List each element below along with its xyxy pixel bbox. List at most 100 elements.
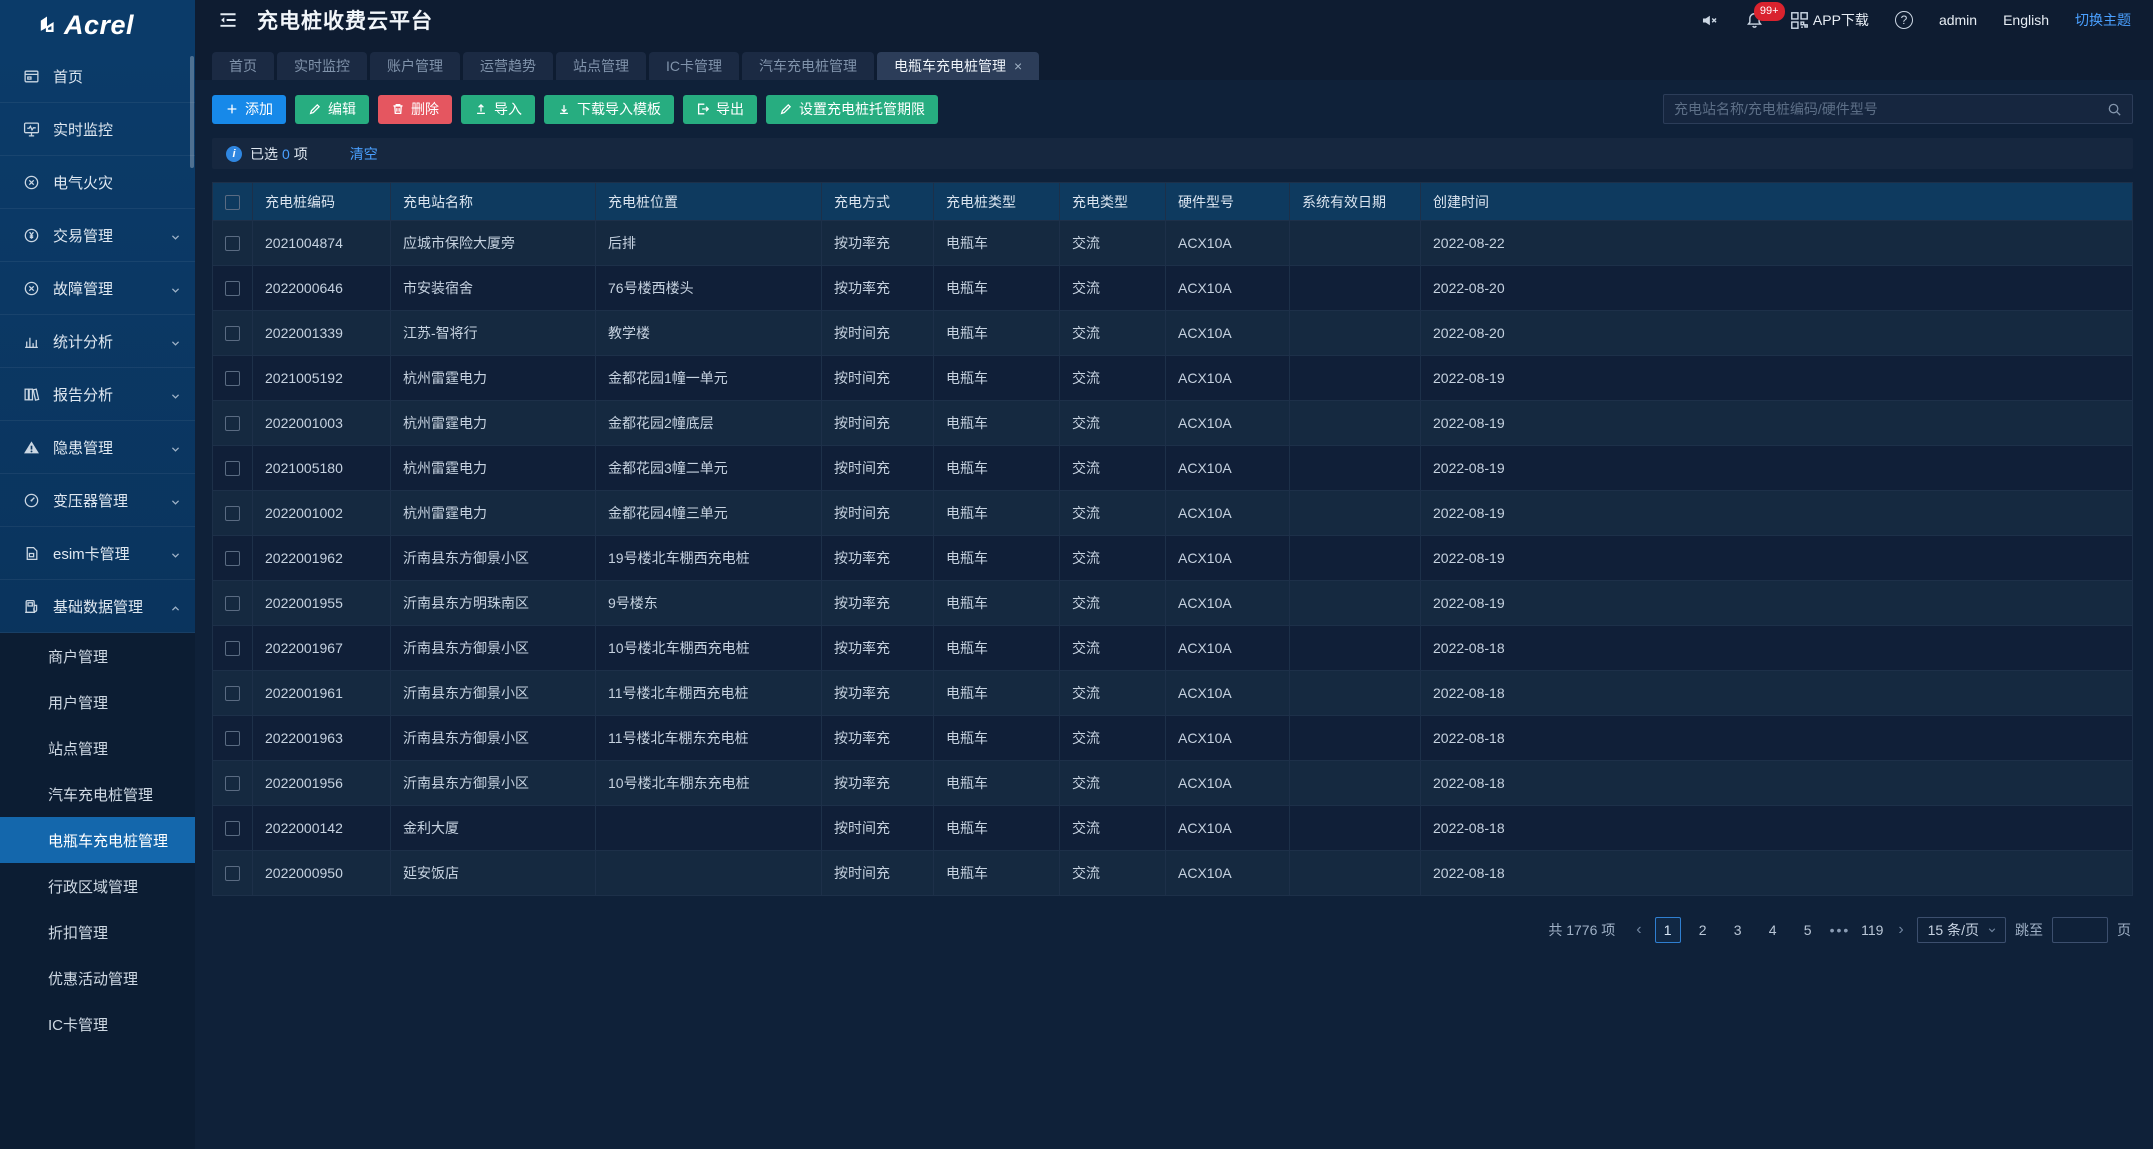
app-download-button[interactable]: APP下载 <box>1790 10 1869 30</box>
notifications[interactable]: 99+ <box>1745 11 1764 30</box>
sidebar-item-report[interactable]: 报告分析 <box>0 368 195 421</box>
sidebar-subitem[interactable]: 行政区域管理 <box>0 863 195 909</box>
column-header[interactable]: 充电方式 <box>822 183 934 221</box>
row-checkbox[interactable] <box>225 821 240 836</box>
theme-switch-link[interactable]: 切换主题 <box>2075 10 2131 30</box>
tab-item[interactable]: 站点管理 <box>556 52 646 80</box>
sidebar-subitem-active[interactable]: 电瓶车充电桩管理 <box>0 817 195 863</box>
language-switch[interactable]: English <box>2003 12 2049 28</box>
menu-fold-icon[interactable] <box>217 9 239 31</box>
row-checkbox-cell <box>213 581 253 626</box>
row-checkbox[interactable] <box>225 236 240 251</box>
sidebar-subitem[interactable]: 用户管理 <box>0 679 195 725</box>
table-cell <box>1290 221 1421 266</box>
prev-page-icon[interactable]: ‹ <box>1632 921 1645 939</box>
tab-item[interactable]: 汽车充电桩管理 <box>742 52 874 80</box>
username[interactable]: admin <box>1939 12 1977 28</box>
row-checkbox[interactable] <box>225 686 240 701</box>
table-cell: 11号楼北车棚东充电桩 <box>596 716 822 761</box>
table-cell: 沂南县东方御景小区 <box>391 536 596 581</box>
page-number[interactable]: 4 <box>1760 917 1786 943</box>
help-icon[interactable]: ? <box>1895 11 1913 29</box>
row-checkbox[interactable] <box>225 281 240 296</box>
import-button[interactable]: 导入 <box>461 95 535 124</box>
row-checkbox[interactable] <box>225 641 240 656</box>
column-header[interactable]: 硬件型号 <box>1166 183 1290 221</box>
sidebar-item-sim[interactable]: esim卡管理 <box>0 527 195 580</box>
sidebar-item-yen[interactable]: 交易管理 <box>0 209 195 262</box>
tab-active[interactable]: 电瓶车充电桩管理× <box>877 52 1039 80</box>
column-header[interactable]: 创建时间 <box>1421 183 2133 221</box>
row-checkbox[interactable] <box>225 416 240 431</box>
tab-item[interactable]: 运营趋势 <box>463 52 553 80</box>
select-all-checkbox[interactable] <box>225 195 240 210</box>
sidebar-subitem[interactable]: 优惠活动管理 <box>0 955 195 1001</box>
row-checkbox[interactable] <box>225 596 240 611</box>
row-checkbox-cell <box>213 311 253 356</box>
row-checkbox[interactable] <box>225 371 240 386</box>
row-checkbox[interactable] <box>225 866 240 881</box>
button-label: 导入 <box>494 99 522 119</box>
sidebar-subitem[interactable]: 汽车充电桩管理 <box>0 771 195 817</box>
sidebar-scrollbar[interactable] <box>190 56 194 168</box>
speaker-muted-icon[interactable] <box>1700 11 1719 30</box>
jump-page-input[interactable] <box>2052 917 2108 943</box>
column-header[interactable]: 充电桩编码 <box>253 183 391 221</box>
table-cell: 电瓶车 <box>934 446 1060 491</box>
page-number[interactable]: 3 <box>1725 917 1751 943</box>
export-button[interactable]: 导出 <box>683 95 757 124</box>
column-header[interactable]: 系统有效日期 <box>1290 183 1421 221</box>
next-page-icon[interactable]: › <box>1894 921 1907 939</box>
sidebar-item-wrench[interactable]: 故障管理 <box>0 262 195 315</box>
tab-close-icon[interactable]: × <box>1014 59 1022 73</box>
tab-item[interactable]: IC卡管理 <box>649 52 739 80</box>
sidebar-item-home[interactable]: 首页 <box>0 50 195 103</box>
tab-item[interactable]: 账户管理 <box>370 52 460 80</box>
search-icon[interactable] <box>2107 102 2122 117</box>
table-row: 2021005180杭州雷霆电力金都花园3幢二单元按时间充电瓶车交流ACX10A… <box>213 446 2133 491</box>
sidebar-subitem[interactable]: 站点管理 <box>0 725 195 771</box>
sidebar-subitem[interactable]: 折扣管理 <box>0 909 195 955</box>
table-cell: 电瓶车 <box>934 626 1060 671</box>
table-cell: 金利大厦 <box>391 806 596 851</box>
tab-item[interactable]: 首页 <box>212 52 274 80</box>
sidebar-item-fire[interactable]: 电气火灾 <box>0 156 195 209</box>
pencil-button[interactable]: 编辑 <box>295 95 369 124</box>
sidebar-item-pile[interactable]: 基础数据管理 <box>0 580 195 633</box>
column-header[interactable]: 充电站名称 <box>391 183 596 221</box>
sidebar-subitem[interactable]: 商户管理 <box>0 633 195 679</box>
column-header[interactable]: 充电类型 <box>1060 183 1166 221</box>
search-input[interactable] <box>1674 101 2107 117</box>
page-size-select[interactable]: 15 条/页 <box>1917 917 2006 943</box>
trash-button[interactable]: 删除 <box>378 95 452 124</box>
sidebar-subitem[interactable]: IC卡管理 <box>0 1001 195 1047</box>
page-number[interactable]: 2 <box>1690 917 1716 943</box>
pencil-button[interactable]: 设置充电桩托管期限 <box>766 95 938 124</box>
sidebar-item-gauge[interactable]: 变压器管理 <box>0 474 195 527</box>
row-checkbox[interactable] <box>225 551 240 566</box>
page-number[interactable]: 5 <box>1795 917 1821 943</box>
page-number-active[interactable]: 1 <box>1655 917 1681 943</box>
row-checkbox[interactable] <box>225 731 240 746</box>
row-checkbox[interactable] <box>225 776 240 791</box>
pagination-ellipsis[interactable]: ••• <box>1830 922 1851 938</box>
row-checkbox[interactable] <box>225 506 240 521</box>
tab-item[interactable]: 实时监控 <box>277 52 367 80</box>
row-checkbox[interactable] <box>225 326 240 341</box>
page-number[interactable]: 119 <box>1859 917 1885 943</box>
sidebar-item-stats[interactable]: 统计分析 <box>0 315 195 368</box>
table-cell: 2022-08-19 <box>1421 446 2133 491</box>
download-button[interactable]: 下载导入模板 <box>544 95 674 124</box>
sidebar-item-hazard[interactable]: 隐患管理 <box>0 421 195 474</box>
plus-button[interactable]: 添加 <box>212 95 286 124</box>
column-header[interactable]: 充电桩类型 <box>934 183 1060 221</box>
row-checkbox-cell <box>213 401 253 446</box>
search-box <box>1663 94 2133 124</box>
clear-selection-link[interactable]: 清空 <box>350 144 378 164</box>
row-checkbox-cell <box>213 491 253 536</box>
row-checkbox[interactable] <box>225 461 240 476</box>
chevron-down-icon <box>170 336 181 347</box>
sidebar-item-monitor[interactable]: 实时监控 <box>0 103 195 156</box>
column-header[interactable]: 充电桩位置 <box>596 183 822 221</box>
table-cell: 江苏-智将行 <box>391 311 596 356</box>
